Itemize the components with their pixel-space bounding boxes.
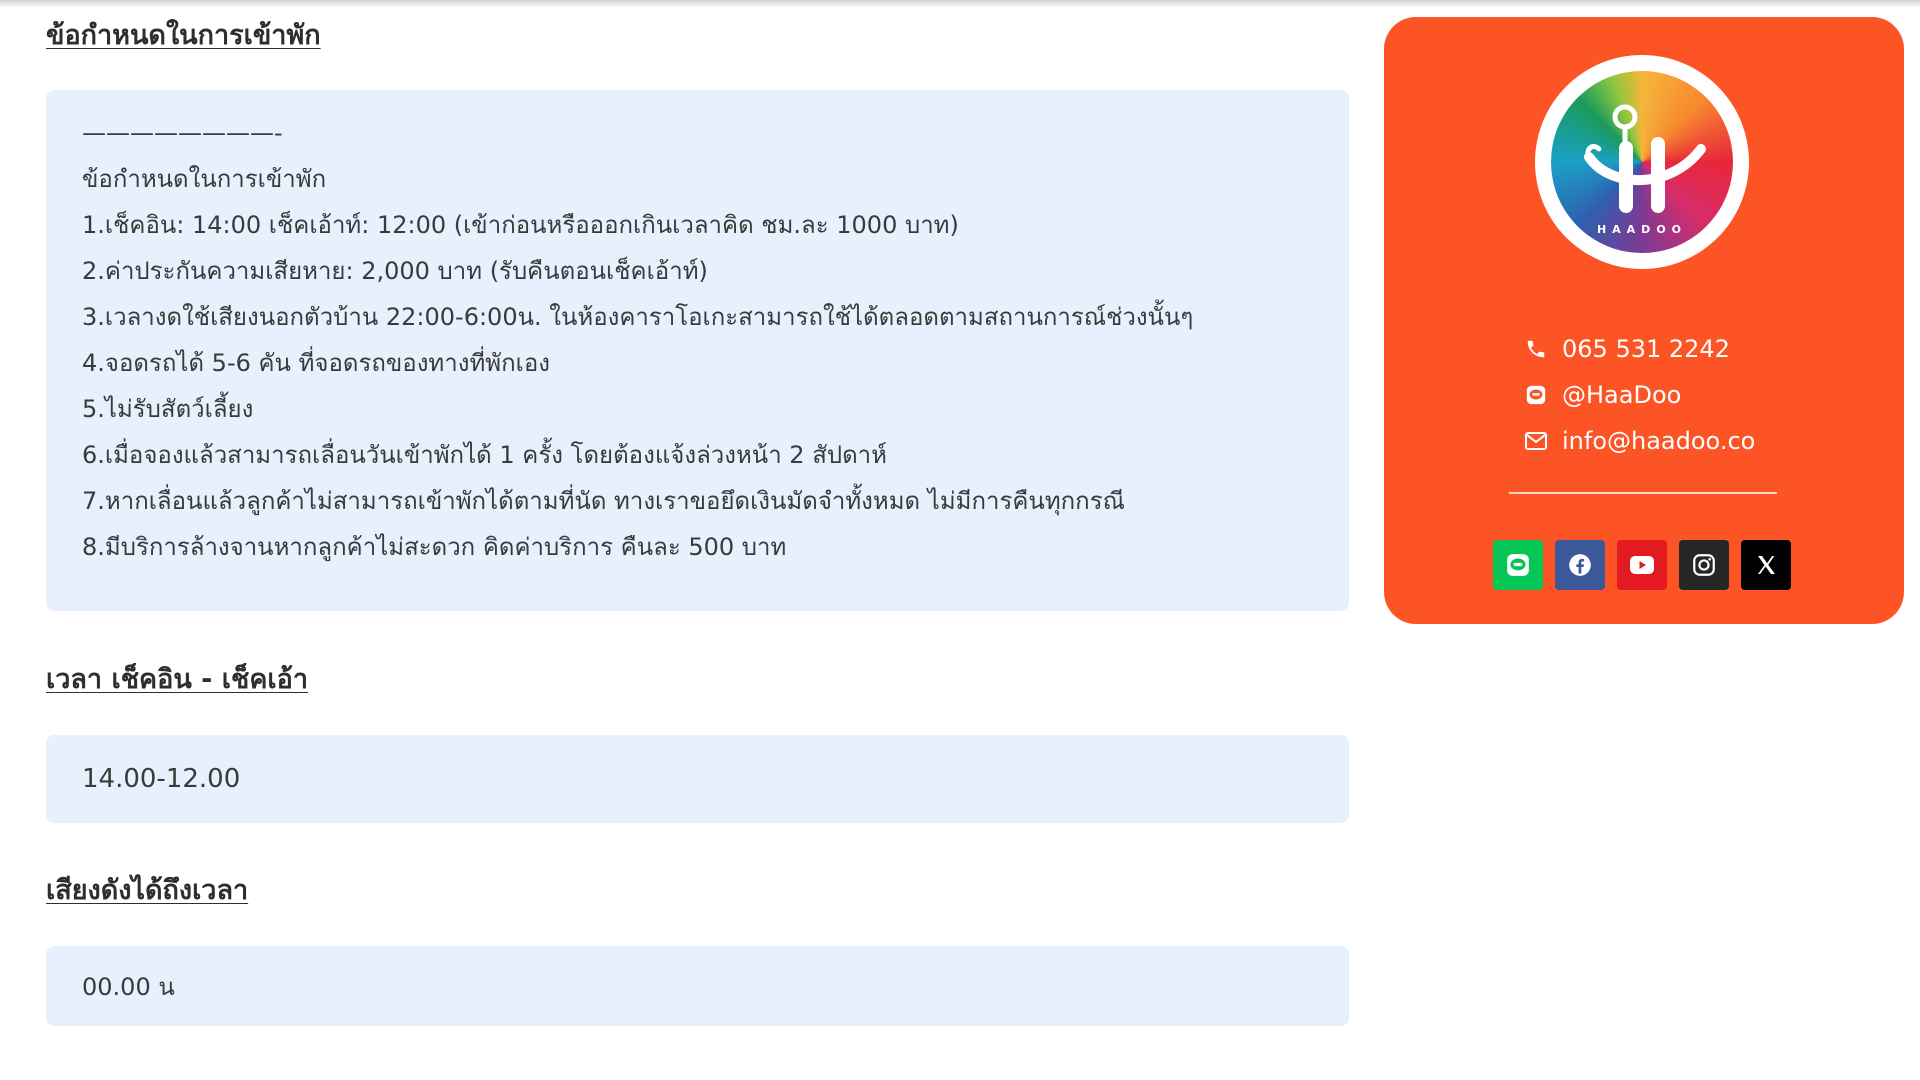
header-shadow (0, 0, 1920, 8)
noise-value: 00.00 น (82, 972, 175, 1001)
x-button[interactable] (1741, 540, 1791, 590)
phone-contact[interactable]: 065 531 2242 (1524, 332, 1884, 366)
mail-icon (1524, 429, 1548, 453)
line-icon (1507, 554, 1529, 576)
rule-line: 2.ค่าประกันความเสียหาย: 2,000 บาท (รับคื… (82, 257, 708, 285)
rules-box: ————————- ข้อกำหนดในการเข้าพัก 1.เช็คอิน… (46, 90, 1349, 611)
rule-line: 8.มีบริการล้างจานหากลูกค้าไม่สะดวก คิดค่… (82, 533, 787, 561)
line-button[interactable] (1493, 540, 1543, 590)
x-icon (1758, 556, 1775, 574)
rule-line: 3.เวลางดใช้เสียงนอกตัวบ้าน 22:00-6:00น. … (82, 303, 1194, 331)
rule-line: ————————- (82, 119, 283, 147)
rule-line: 5.ไม่รับสัตว์เลี้ยง (82, 395, 254, 423)
noise-box: 00.00 น (46, 946, 1349, 1026)
checkin-section-heading: เวลา เช็คอิน - เช็คเอ้า (46, 666, 308, 693)
rule-line: 6.เมื่อจองแล้วสามารถเลื่อนวันเข้าพักได้ … (82, 441, 887, 469)
haadoo-logo: HAADOO (1535, 55, 1749, 269)
instagram-button[interactable] (1679, 540, 1729, 590)
facebook-button[interactable] (1555, 540, 1605, 590)
phone-icon (1524, 337, 1548, 361)
rule-line: 7.หากเลื่อนแล้วลูกค้าไม่สามารถเข้าพักได้… (82, 487, 1125, 515)
checkin-value: 14.00-12.00 (82, 764, 241, 794)
noise-title: เสียงดังได้ถึงเวลา (46, 875, 249, 906)
contact-divider (1509, 492, 1777, 494)
youtube-button[interactable] (1617, 540, 1667, 590)
checkin-title: เวลา เช็คอิน - เช็คเอ้า (46, 664, 309, 695)
noise-section-heading: เสียงดังได้ถึงเวลา (46, 877, 248, 904)
contact-card: HAADOO 065 531 2242 @HaaDoo info@haadoo.… (1384, 17, 1904, 624)
checkin-box: 14.00-12.00 (46, 735, 1349, 823)
facebook-icon (1569, 554, 1591, 576)
email-address: info@haadoo.co (1562, 427, 1756, 455)
logo-wordmark: HAADOO (1596, 223, 1688, 236)
rules-section-heading: ข้อกำหนดในการเข้าพัก (46, 22, 321, 49)
instagram-icon (1693, 554, 1715, 576)
youtube-icon (1630, 556, 1654, 574)
line-id: @HaaDoo (1562, 381, 1682, 409)
email-contact[interactable]: info@haadoo.co (1524, 424, 1884, 458)
rule-line: 1.เช็คอิน: 14:00 เช็คเอ้าท์: 12:00 (เข้า… (82, 211, 959, 239)
rules-title: ข้อกำหนดในการเข้าพัก (46, 20, 321, 51)
rule-line: ข้อกำหนดในการเข้าพัก (82, 165, 327, 193)
line-contact[interactable]: @HaaDoo (1524, 378, 1884, 412)
social-links (1493, 540, 1791, 590)
phone-number: 065 531 2242 (1562, 335, 1730, 363)
line-icon (1524, 383, 1548, 407)
rule-line: 4.จอดรถได้ 5-6 คัน ที่จอดรถของทางที่พักเ… (82, 349, 550, 377)
